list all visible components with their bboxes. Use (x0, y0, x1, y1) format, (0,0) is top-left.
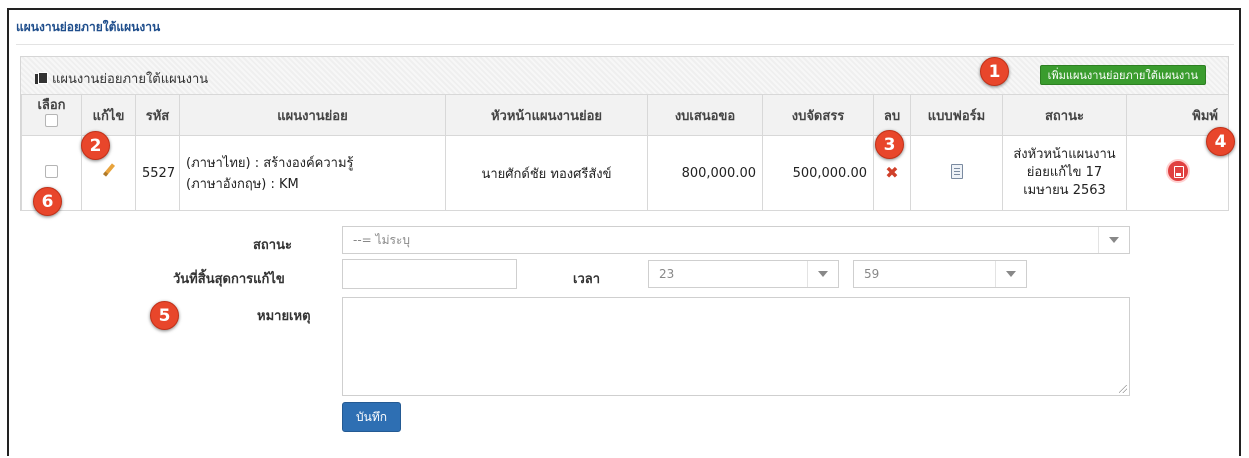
annotation-badge-6: 6 (33, 187, 62, 216)
time-label: เวลา (573, 272, 601, 287)
status-label: สถานะ (253, 238, 292, 253)
table-row: 5527 (ภาษาไทย) : สร้างองค์ความรู้ (ภาษาอ… (21, 135, 1229, 211)
subplan-table: เลือก แก้ไข รหัส แผนงานย่อย หัวหน้าแผนงา… (21, 94, 1229, 211)
panel-header: แผนงานย่อยภายใต้แผนงาน เพิ่มแผนงานย่อยภา… (21, 57, 1228, 95)
chevron-down-icon (807, 261, 838, 287)
title-divider (16, 44, 1234, 45)
chevron-down-icon (995, 261, 1026, 287)
page-title: แผนงานย่อยภายใต้แผนงาน (16, 20, 161, 34)
row-budget-allocated: 500,000.00 (762, 135, 874, 211)
chevron-down-icon (1098, 227, 1129, 253)
header-budget-requested: งบเสนอขอ (647, 94, 763, 136)
row-subplan-cell: (ภาษาไทย) : สร้างองค์ความรู้ (ภาษาอังกฤษ… (179, 135, 446, 211)
header-form: แบบฟอร์ม (910, 94, 1003, 136)
row-form-cell (910, 135, 1003, 211)
pencil-icon[interactable] (101, 163, 117, 179)
resize-handle[interactable] (1119, 385, 1127, 393)
delete-x-icon[interactable]: ✖ (885, 164, 898, 181)
header-select-label: เลือก (37, 98, 66, 113)
annotation-badge-1: 1 (980, 57, 1009, 86)
table-header-row: เลือก แก้ไข รหัส แผนงานย่อย หัวหน้าแผนงา… (21, 94, 1229, 136)
annotation-badge-4: 4 (1206, 127, 1235, 156)
print-icon[interactable] (1165, 159, 1190, 183)
header-edit: แก้ไข (81, 94, 136, 136)
deadline-label: วันที่สิ้นสุดการแก้ไข (173, 272, 285, 287)
row-status: ส่งหัวหน้าแผนงานย่อยแก้ไข 17 เมษายน 2563 (1002, 135, 1127, 211)
minute-select-value: 59 (864, 267, 880, 281)
row-head: นายศักด์ชัย ทองศรีสังข์ (445, 135, 648, 211)
row-name-en: (ภาษาอังกฤษ) : KM (186, 177, 299, 192)
header-select: เลือก (21, 94, 82, 136)
hour-select[interactable]: 23 (648, 260, 839, 288)
select-all-checkbox[interactable] (45, 114, 58, 127)
note-textarea[interactable] (342, 297, 1130, 396)
header-head: หัวหน้าแผนงานย่อย (445, 94, 648, 136)
deadline-date-input[interactable] (342, 259, 517, 289)
header-budget-allocated: งบจัดสรร (762, 94, 874, 136)
save-button[interactable]: บันทึก (342, 402, 401, 432)
annotation-badge-3: 3 (875, 130, 904, 159)
header-code: รหัส (135, 94, 180, 136)
row-budget-requested: 800,000.00 (647, 135, 763, 211)
panel-title: แผนงานย่อยภายใต้แผนงาน (35, 68, 208, 89)
header-subplan: แผนงานย่อย (179, 94, 446, 136)
panel-title-text: แผนงานย่อยภายใต้แผนงาน (52, 72, 209, 87)
document-icon[interactable] (950, 163, 963, 179)
add-subplan-button[interactable]: เพิ่มแผนงานย่อยภายใต้แผนงาน (1039, 65, 1206, 85)
status-select[interactable]: --= ไม่ระบุ (342, 226, 1130, 254)
row-name-th: (ภาษาไทย) : สร้างองค์ความรู้ (186, 156, 354, 171)
minute-select[interactable]: 59 (853, 260, 1027, 288)
row-checkbox[interactable] (45, 164, 58, 178)
note-label: หมายเหตุ (257, 309, 311, 324)
annotation-badge-2: 2 (81, 131, 110, 160)
hour-select-value: 23 (659, 267, 675, 281)
subplan-panel: แผนงานย่อยภายใต้แผนงาน เพิ่มแผนงานย่อยภา… (20, 56, 1229, 211)
header-status: สถานะ (1002, 94, 1127, 136)
status-select-value: --= ไม่ระบุ (353, 233, 410, 247)
row-code: 5527 (135, 135, 180, 211)
copy-icon (35, 72, 48, 85)
annotation-badge-5: 5 (150, 301, 179, 330)
